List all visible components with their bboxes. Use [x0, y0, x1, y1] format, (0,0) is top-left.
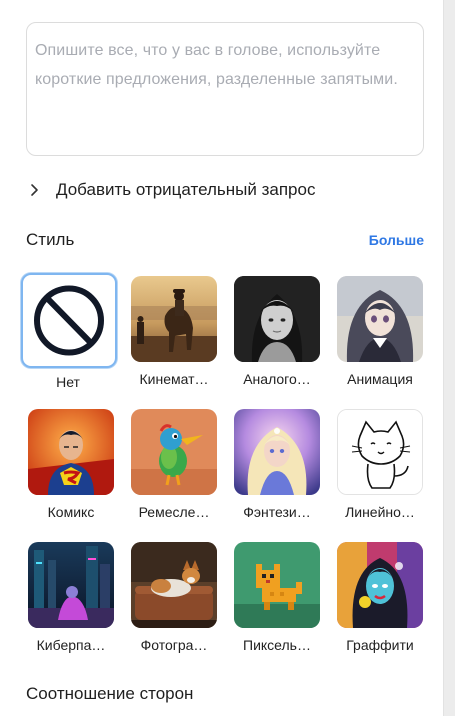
style-label: Киберпа…: [36, 637, 106, 653]
style-label: Аналого…: [243, 371, 311, 387]
style-label: Фэнтези…: [243, 504, 311, 520]
style-option-graffiti[interactable]: Граффити: [333, 542, 427, 654]
craft-thumbnail: [131, 409, 217, 495]
style-option-pixel[interactable]: Пиксель…: [230, 542, 324, 654]
style-label: Ремесле…: [138, 504, 210, 520]
style-option-cinematic[interactable]: Кинемат…: [127, 276, 221, 388]
style-option-fantasy[interactable]: Фэнтези…: [230, 409, 324, 521]
negative-prompt-label: Добавить отрицательный запрос: [56, 180, 316, 199]
chevron-right-icon: [31, 184, 38, 196]
style-label: Линейно…: [345, 504, 415, 520]
style-label: Граффити: [346, 637, 414, 653]
style-option-anime[interactable]: Анимация: [333, 276, 427, 388]
style-label: Фотогра…: [140, 637, 208, 653]
style-label: Анимация: [347, 371, 413, 387]
comic-thumbnail: [28, 409, 114, 495]
style-option-analog[interactable]: Аналого…: [230, 276, 324, 388]
anime-thumbnail: [337, 276, 423, 362]
prompt-box[interactable]: [26, 22, 424, 156]
more-styles-link[interactable]: Больше: [369, 232, 424, 248]
no-style-icon: [21, 273, 117, 368]
style-header: Стиль Больше: [26, 228, 424, 254]
style-option-cyberpunk[interactable]: Киберпа…: [24, 542, 118, 654]
style-label: Комикс: [47, 504, 95, 520]
style-title: Стиль: [26, 230, 75, 249]
line-art-thumbnail: [337, 409, 423, 495]
aspect-ratio-title: Соотношение сторон: [26, 684, 194, 703]
style-option-photo[interactable]: Фотогра…: [127, 542, 221, 654]
style-label: Кинемат…: [139, 371, 209, 387]
style-option-comic[interactable]: Комикс: [24, 409, 118, 521]
cinematic-thumbnail: [131, 276, 217, 362]
photo-thumbnail: [131, 542, 217, 628]
style-option-craft[interactable]: Ремесле…: [127, 409, 221, 521]
style-label: Пиксель…: [243, 637, 311, 653]
fantasy-thumbnail: [234, 409, 320, 495]
style-option-none[interactable]: Нет: [21, 273, 117, 391]
graffiti-thumbnail: [337, 542, 423, 628]
analog-thumbnail: [234, 276, 320, 362]
style-label: Нет: [56, 374, 80, 390]
pixel-thumbnail: [234, 542, 320, 628]
prompt-input[interactable]: [35, 36, 415, 155]
add-negative-prompt-toggle[interactable]: Добавить отрицательный запрос: [26, 176, 315, 204]
page-scrollbar[interactable]: [443, 0, 455, 716]
style-option-line-art[interactable]: Линейно…: [333, 409, 427, 521]
cyberpunk-thumbnail: [28, 542, 114, 628]
